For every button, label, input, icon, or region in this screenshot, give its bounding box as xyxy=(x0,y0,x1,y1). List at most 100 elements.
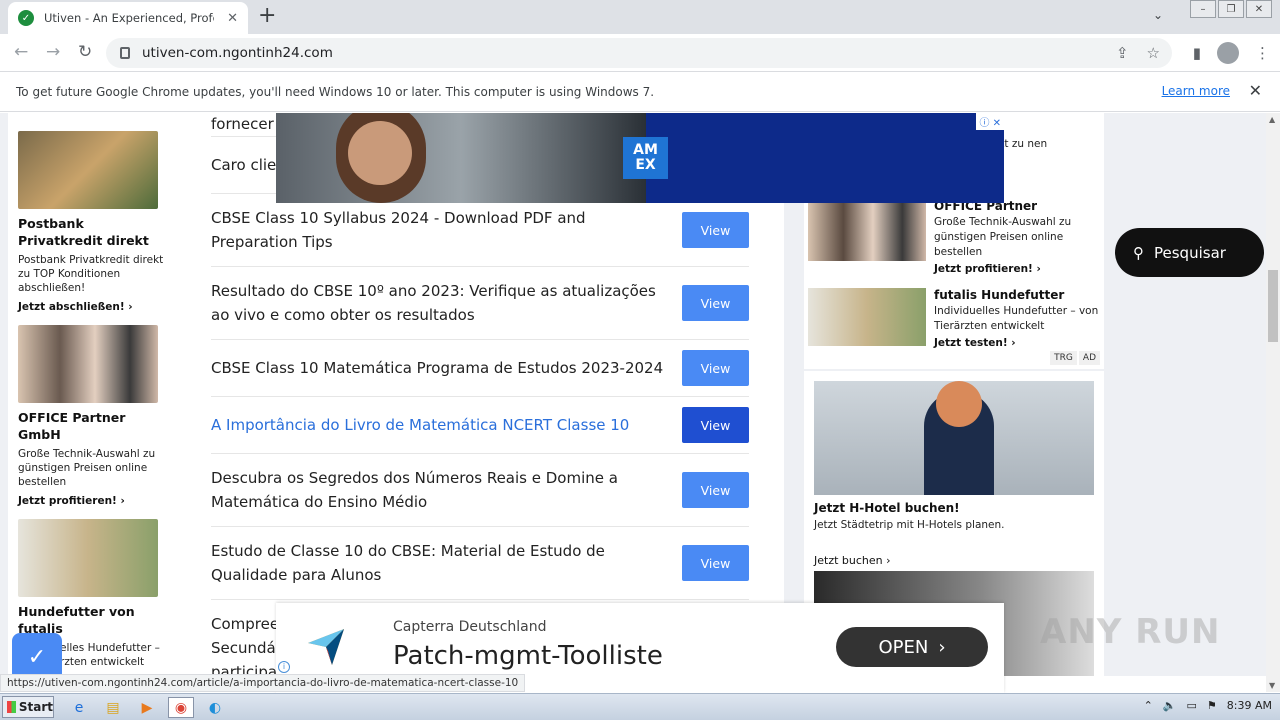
ad-title[interactable]: futalis Hundefutter xyxy=(934,288,1102,302)
side-panel-icon[interactable]: ▮ xyxy=(1193,44,1201,62)
list-item: Descubra os Segredos dos Números Reais e… xyxy=(211,454,749,527)
search-button[interactable]: ⚲ Pesquisar xyxy=(1115,228,1264,277)
start-label: Start xyxy=(18,700,53,714)
amex-logo[interactable]: AM EX xyxy=(623,137,668,179)
view-button[interactable]: View xyxy=(682,285,749,321)
view-button[interactable]: View xyxy=(682,350,749,386)
tab-title: Utiven - An Experienced, Profession xyxy=(44,11,214,25)
ad-cta[interactable]: Jetzt profitieren! › xyxy=(934,263,1102,275)
start-button[interactable]: Start xyxy=(2,696,54,718)
ad-tag[interactable]: AD xyxy=(1078,351,1100,365)
left-ad-item[interactable]: Postbank Privatkredit direkt Postbank Pr… xyxy=(18,131,166,313)
ad-text: Individuelles Hundefutter – von Tierärzt… xyxy=(934,305,1099,332)
address-bar[interactable]: utiven-com.ngontinh24.com ⇪ ☆ xyxy=(106,38,1172,68)
tray-expand-icon[interactable]: ⌃ xyxy=(1144,699,1153,712)
lock-icon[interactable] xyxy=(120,47,130,59)
left-ad-column[interactable]: Postbank Privatkredit direkt Postbank Pr… xyxy=(8,113,176,676)
tab-search-chevron-icon[interactable]: ⌄ xyxy=(1153,8,1163,22)
ad-image[interactable] xyxy=(808,203,926,261)
ad-photo[interactable] xyxy=(276,113,646,203)
list-item: CBSE Class 10 Syllabus 2024 - Download P… xyxy=(211,194,749,267)
ad-image[interactable] xyxy=(18,325,158,403)
ad-image[interactable] xyxy=(808,288,926,346)
ad-image[interactable] xyxy=(18,131,158,209)
open-button-label: OPEN xyxy=(878,636,929,658)
media-player-icon[interactable]: ▶ xyxy=(134,697,160,718)
ad-cta[interactable]: Jetzt buchen › xyxy=(814,554,891,567)
back-icon[interactable]: ← xyxy=(14,42,28,62)
article-title[interactable]: Estudo de Classe 10 do CBSE: Material de… xyxy=(211,539,666,587)
network-icon[interactable]: ▭ xyxy=(1187,699,1197,712)
reload-icon[interactable]: ↻ xyxy=(78,42,92,62)
browser-toolbar: ← → ↻ utiven-com.ngontinh24.com ⇪ ☆ ▮ ⋮ xyxy=(0,34,1280,72)
view-button[interactable]: View xyxy=(682,407,749,443)
article-title[interactable]: CBSE Class 10 Matemática Programa de Est… xyxy=(211,356,666,380)
menu-kebab-icon[interactable]: ⋮ xyxy=(1255,44,1270,62)
ad-brand: Capterra Deutschland xyxy=(393,619,547,635)
restore-icon[interactable]: ❐ xyxy=(1218,0,1244,18)
site-favicon-icon: ✓ xyxy=(18,10,34,26)
article-title-hovered[interactable]: A Importância do Livro de Matemática NCE… xyxy=(211,413,666,437)
article-title[interactable]: CBSE Class 10 Syllabus 2024 - Download P… xyxy=(211,206,666,254)
scroll-thumb[interactable] xyxy=(1268,270,1278,342)
bookmark-star-icon[interactable]: ☆ xyxy=(1147,44,1160,62)
search-label: Pesquisar xyxy=(1154,243,1226,262)
ad-title[interactable]: Postbank Privatkredit direkt xyxy=(18,215,166,249)
view-button[interactable]: View xyxy=(682,545,749,581)
browser-tab[interactable]: ✓ Utiven - An Experienced, Profession ✕ xyxy=(8,2,248,34)
ad-title[interactable]: Hundefutter von futalis xyxy=(18,603,166,637)
ad-title[interactable]: Jetzt H-Hotel buchen! xyxy=(814,501,960,515)
window-close-icon[interactable]: ✕ xyxy=(1246,0,1272,18)
article-title[interactable]: Resultado do CBSE 10º ano 2023: Verifiqu… xyxy=(211,279,666,327)
infobar-message: To get future Google Chrome updates, you… xyxy=(16,84,655,99)
ad-info-icon[interactable]: i xyxy=(278,661,290,673)
list-item: A Importância do Livro de Matemática NCE… xyxy=(211,397,749,454)
infobar-close-icon[interactable]: ✕ xyxy=(1249,81,1262,100)
watermark: ANY RUN xyxy=(1040,612,1221,652)
new-tab-icon[interactable]: + xyxy=(258,4,276,28)
chrome-icon[interactable]: ◉ xyxy=(168,697,194,718)
ad-image[interactable] xyxy=(18,519,158,597)
url-text[interactable]: utiven-com.ngontinh24.com xyxy=(142,45,333,61)
page-scrollbar[interactable]: ▲ ▼ xyxy=(1266,113,1280,692)
ad-cta[interactable]: Jetzt testen! › xyxy=(934,337,1102,349)
top-banner-ad[interactable]: AM EX ⓘ ✕ xyxy=(276,113,1004,203)
right-ad-text: OFFICE Partner Große Technik-Auswahl zu … xyxy=(934,199,1102,275)
scroll-down-icon[interactable]: ▼ xyxy=(1269,681,1275,690)
ad-text: Postbank Privatkredit direkt zu TOP Kond… xyxy=(18,254,164,294)
ad-text: Große Technik-Auswahl zu günstigen Preis… xyxy=(18,448,156,488)
list-item: Resultado do CBSE 10º ano 2023: Verifiqu… xyxy=(211,267,749,340)
ad-tags: TRG AD xyxy=(1050,351,1100,365)
ad-image[interactable] xyxy=(814,381,1094,495)
view-button[interactable]: View xyxy=(682,212,749,248)
update-infobar: To get future Google Chrome updates, you… xyxy=(0,72,1280,112)
explorer-icon[interactable]: ▤ xyxy=(100,697,126,718)
ad-tag[interactable]: TRG xyxy=(1050,351,1077,365)
flag-icon[interactable]: ⚑ xyxy=(1207,699,1217,712)
list-item: CBSE Class 10 Matemática Programa de Est… xyxy=(211,340,749,397)
learn-more-link[interactable]: Learn more xyxy=(1162,84,1230,98)
left-ad-item[interactable]: OFFICE Partner GmbH Große Technik-Auswah… xyxy=(18,325,166,507)
open-button[interactable]: OPEN › xyxy=(836,627,988,667)
profile-avatar-icon[interactable] xyxy=(1217,42,1239,64)
minimize-icon[interactable]: – xyxy=(1190,0,1216,18)
edge-icon[interactable]: ◐ xyxy=(202,697,228,718)
ad-close-icon[interactable]: ⓘ ✕ xyxy=(976,113,1004,130)
status-url-bubble: https://utiven-com.ngontinh24.com/articl… xyxy=(0,674,526,692)
ad-cta[interactable]: Jetzt profitieren! › xyxy=(18,495,166,507)
windows-taskbar: Start e ▤ ▶ ◉ ◐ ⌃ 🔈 ▭ ⚑ 8:39 AM xyxy=(0,693,1280,720)
article-title[interactable]: Descubra os Segredos dos Números Reais e… xyxy=(211,466,666,514)
ad-title[interactable]: OFFICE Partner GmbH xyxy=(18,409,166,443)
forward-icon[interactable]: → xyxy=(46,42,60,62)
close-tab-icon[interactable]: ✕ xyxy=(227,11,238,26)
share-icon[interactable]: ⇪ xyxy=(1116,44,1129,62)
article-title[interactable]: Compree Secundár participar xyxy=(211,612,283,676)
ad-headline[interactable]: Patch-mgmt-Toolliste xyxy=(393,641,663,671)
ad-cta[interactable]: Jetzt abschließen! › xyxy=(18,301,166,313)
view-button[interactable]: View xyxy=(682,472,749,508)
clock[interactable]: 8:39 AM xyxy=(1227,699,1272,712)
scroll-up-icon[interactable]: ▲ xyxy=(1269,115,1275,124)
windows-logo-icon xyxy=(7,701,16,713)
ie-icon[interactable]: e xyxy=(66,697,92,718)
volume-icon[interactable]: 🔈 xyxy=(1163,699,1177,712)
